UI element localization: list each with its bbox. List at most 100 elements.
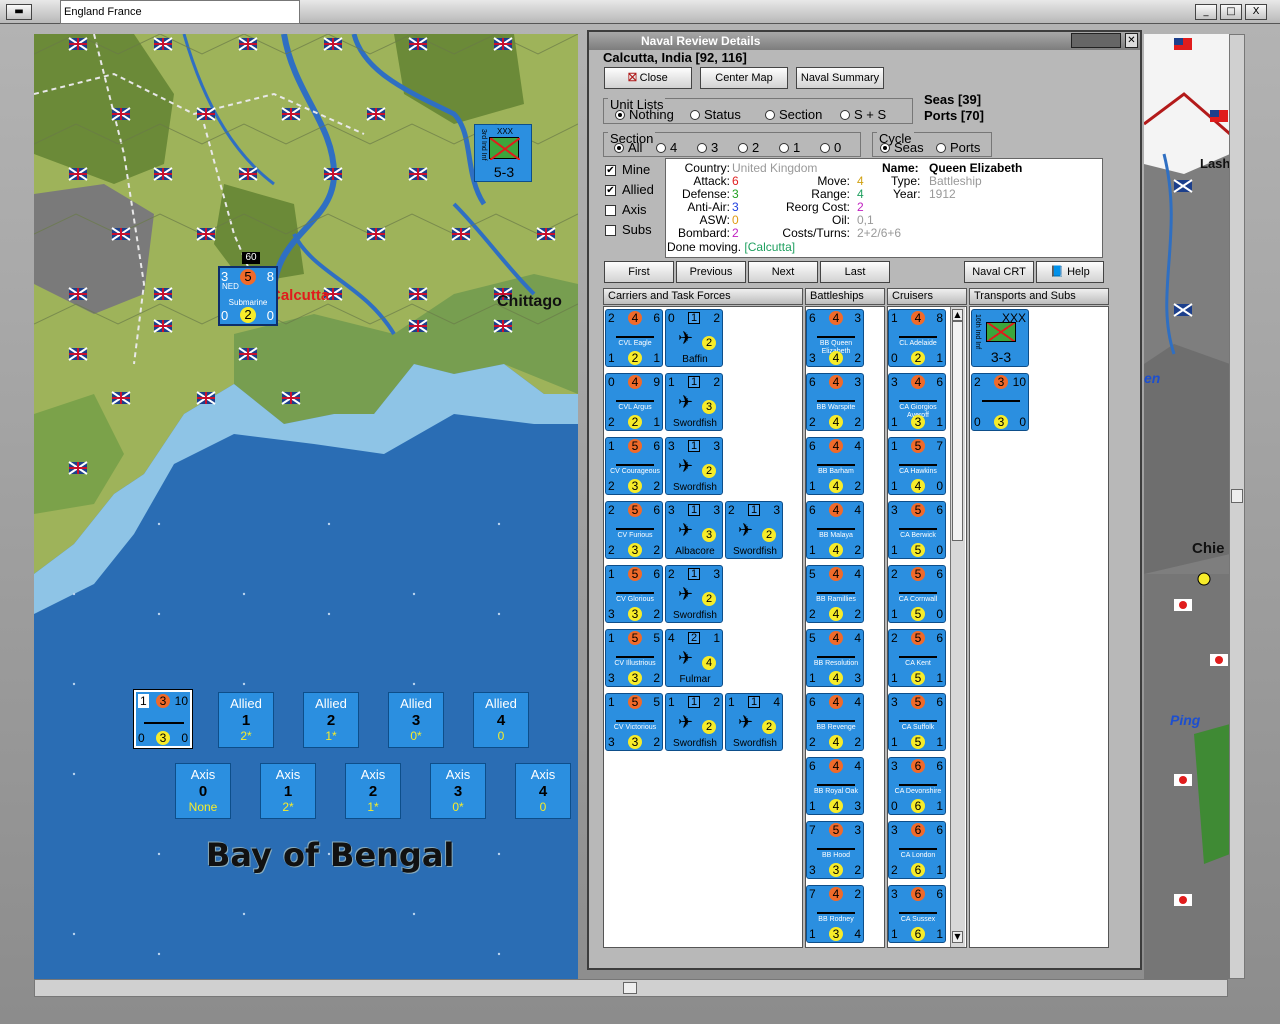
section-1[interactable]: 1: [779, 140, 800, 155]
radio-nothing[interactable]: Nothing: [615, 107, 674, 122]
cruiser-counter[interactable]: 3 6 6 CA Sussex 1 6 1: [888, 885, 946, 943]
close-button[interactable]: ⛝ Close: [604, 67, 692, 89]
cruiser-counter[interactable]: 3 6 6 CA Devonshire 0 6 1: [888, 757, 946, 815]
panel-minimize-button[interactable]: [1071, 33, 1121, 48]
radio-section[interactable]: Section: [765, 107, 822, 122]
menu-icon[interactable]: ▬: [6, 4, 32, 20]
cycle-seas[interactable]: Seas: [880, 140, 924, 155]
aircraft-counter[interactable]: 1 1 2 ✈ 2 Swordfish: [665, 693, 723, 751]
section-0[interactable]: 0: [820, 140, 841, 155]
battleship-counter[interactable]: 7 5 3 BB Hood 3 3 2: [806, 821, 864, 879]
cycle-ports[interactable]: Ports: [936, 140, 980, 155]
submarine-unit-counter[interactable]: 60 3 5 8 NED Submarine 0 2 0: [218, 252, 278, 326]
carriers-column-header[interactable]: Carriers and Task Forces: [603, 288, 803, 305]
allied-sea-box-4[interactable]: Allied 4 0: [473, 692, 529, 748]
section-all[interactable]: All: [614, 140, 642, 155]
battleship-counter[interactable]: 6 4 3 BB Warspite 2 4 2: [806, 373, 864, 431]
battleship-counter[interactable]: 5 4 4 BB Resolution 1 4 3: [806, 629, 864, 687]
cruiser-counter[interactable]: 3 6 6 CA London 2 6 1: [888, 821, 946, 879]
naval-crt-button[interactable]: Naval CRT: [964, 261, 1034, 283]
scroll-thumb[interactable]: [1231, 489, 1243, 503]
battleship-counter[interactable]: 6 4 4 BB Royal Oak 1 4 3: [806, 757, 864, 815]
battleship-counter[interactable]: 7 4 2 BB Rodney 1 3 4: [806, 885, 864, 943]
carrier-counter[interactable]: 2 5 6 CV Furious 2 3 2: [605, 501, 663, 559]
scroll-thumb[interactable]: [623, 982, 637, 994]
radio-status[interactable]: Status: [690, 107, 741, 122]
transports-column-header[interactable]: Transports and Subs: [969, 288, 1109, 305]
cruiser-counter[interactable]: 2 5 6 CA Cornwall 1 5 0: [888, 565, 946, 623]
vertical-scrollbar[interactable]: [1229, 34, 1245, 979]
battleship-counter[interactable]: 6 4 4 BB Barham 1 4 2: [806, 437, 864, 495]
aircraft-counter[interactable]: 2 1 3 ✈ 2 Swordfish: [665, 565, 723, 623]
battleship-counter[interactable]: 5 4 4 BB Ramillies 2 4 2: [806, 565, 864, 623]
air-top-left: 0: [668, 311, 675, 325]
right-map-strip[interactable]: Lashio Chie Ping en: [1144, 34, 1230, 979]
section-2[interactable]: 2: [738, 140, 759, 155]
battleships-column-header[interactable]: Battleships: [805, 288, 885, 305]
aircraft-counter[interactable]: 0 1 2 ✈ 2 Baffin: [665, 309, 723, 367]
filter-axis[interactable]: Axis: [605, 202, 647, 217]
filter-subs[interactable]: Subs: [605, 222, 652, 237]
stacked-ship-counter[interactable]: 1 3 10 0 3 0: [133, 689, 193, 749]
carrier-counter[interactable]: 2 4 6 CVL Eagle 1 2 1: [605, 309, 663, 367]
aircraft-counter[interactable]: 1 1 4 ✈ 2 Swordfish: [725, 693, 783, 751]
carrier-counter[interactable]: 1 5 6 CV Courageous 2 3 2: [605, 437, 663, 495]
naval-summary-button[interactable]: Naval Summary: [796, 67, 884, 89]
axis-sea-box-4[interactable]: Axis 4 0: [515, 763, 571, 819]
allied-sea-box-1[interactable]: Allied 1 2*: [218, 692, 274, 748]
scroll-down-icon[interactable]: ▼: [952, 931, 963, 943]
scroll-up-icon[interactable]: ▲: [952, 309, 963, 321]
first-button[interactable]: First: [604, 261, 674, 283]
aircraft-counter[interactable]: 3 1 3 ✈ 3 Albacore: [665, 501, 723, 559]
unit-bottom-left: 3: [608, 735, 615, 749]
aircraft-counter[interactable]: 2 1 3 ✈ 2 Swordfish: [725, 501, 783, 559]
filter-mine[interactable]: ✔ Mine: [605, 162, 650, 177]
carrier-counter[interactable]: 0 4 9 CVL Argus 2 2 1: [605, 373, 663, 431]
axis-sea-box-1[interactable]: Axis 1 2*: [260, 763, 316, 819]
axis-sea-box-3[interactable]: Axis 3 0*: [430, 763, 486, 819]
cruiser-counter[interactable]: 1 5 7 CA Hawkins 1 4 0: [888, 437, 946, 495]
radio-indicator: [840, 109, 850, 120]
section-3[interactable]: 3: [697, 140, 718, 155]
unit-attack: 4: [829, 503, 843, 517]
minimize-button[interactable]: _: [1195, 4, 1217, 20]
cruiser-counter[interactable]: 3 5 6 CA Berwick 1 5 0: [888, 501, 946, 559]
list-scrollbar[interactable]: ▲ ▼: [950, 307, 965, 947]
transport-counter[interactable]: 2 3 10 0 3 0: [971, 373, 1029, 431]
last-button[interactable]: Last: [820, 261, 890, 283]
previous-button[interactable]: Previous: [676, 261, 746, 283]
air-top-left: 2: [668, 567, 675, 581]
section-4[interactable]: 4: [656, 140, 677, 155]
maximize-button[interactable]: □: [1220, 4, 1242, 20]
horizontal-scrollbar[interactable]: [34, 979, 1228, 997]
cruiser-counter[interactable]: 1 4 8 CL Adelaide 0 2 1: [888, 309, 946, 367]
allied-sea-box-2[interactable]: Allied 2 1*: [303, 692, 359, 748]
aircraft-counter[interactable]: 1 1 2 ✈ 3 Swordfish: [665, 373, 723, 431]
battleship-counter[interactable]: 643BB Queen Elizabeth342: [806, 309, 864, 367]
cruiser-counter[interactable]: 3 5 6 CA Suffolk 1 5 1: [888, 693, 946, 751]
cruiser-counter[interactable]: 346CA Giorgios Averoff131: [888, 373, 946, 431]
carrier-counter[interactable]: 1 5 5 CV Illustrious 3 3 2: [605, 629, 663, 687]
axis-sea-box-2[interactable]: Axis 2 1*: [345, 763, 401, 819]
axis-sea-box-0[interactable]: Axis 0 None: [175, 763, 231, 819]
carrier-counter[interactable]: 1 5 5 CV Victorious 3 3 2: [605, 693, 663, 751]
scroll-thumb[interactable]: [952, 321, 963, 541]
next-button[interactable]: Next: [748, 261, 818, 283]
cruiser-counter[interactable]: 2 5 6 CA Kent 1 5 1: [888, 629, 946, 687]
close-window-button[interactable]: X: [1245, 4, 1267, 20]
panel-close-icon[interactable]: ✕: [1125, 33, 1138, 48]
aircraft-counter[interactable]: 3 1 3 ✈ 2 Swordfish: [665, 437, 723, 495]
cruisers-column-header[interactable]: Cruisers: [887, 288, 967, 305]
filter-allied[interactable]: ✔ Allied: [605, 182, 654, 197]
radio-s-plus-s[interactable]: S + S: [840, 107, 886, 122]
corps-counter[interactable]: XXX 16th Ind Inf 3-3: [971, 309, 1029, 367]
center-map-button[interactable]: Center Map: [700, 67, 788, 89]
help-button[interactable]: 📘 Help: [1036, 261, 1104, 283]
aircraft-counter[interactable]: 4 2 1 ✈ 4 Fulmar: [665, 629, 723, 687]
carrier-counter[interactable]: 1 5 6 CV Glorious 3 3 2: [605, 565, 663, 623]
battleship-counter[interactable]: 6 4 4 BB Malaya 1 4 2: [806, 501, 864, 559]
corps-unit-counter[interactable]: XXX 3rd Ind Inf 5-3: [474, 124, 532, 182]
battleship-counter[interactable]: 6 4 4 BB Revenge 2 4 2: [806, 693, 864, 751]
allied-sea-box-3[interactable]: Allied 3 0*: [388, 692, 444, 748]
city-label-chittagong: Chittago: [497, 293, 562, 310]
